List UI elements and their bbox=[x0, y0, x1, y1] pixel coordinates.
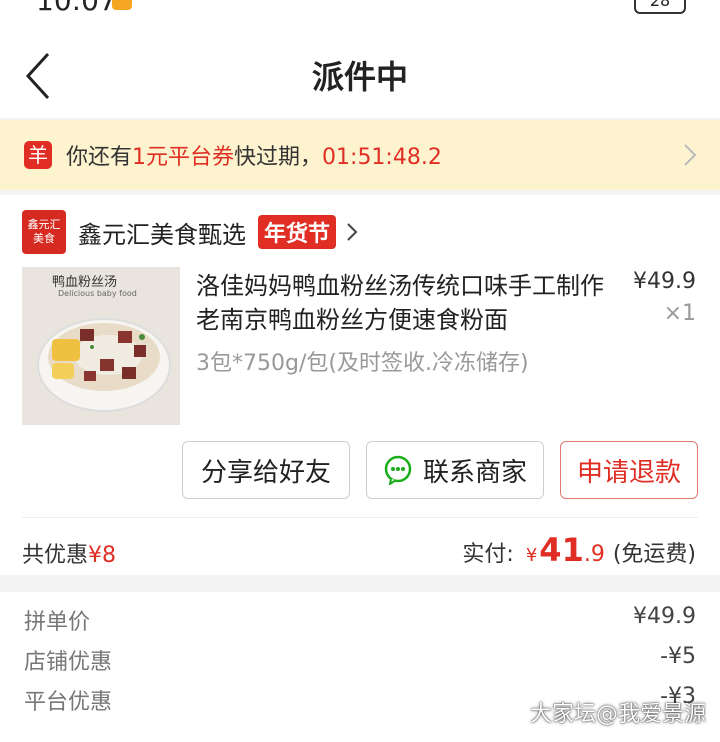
product-quantity: ×1 bbox=[663, 301, 696, 326]
soup-bowl-image bbox=[37, 318, 171, 412]
amount-paid: 实付: ¥ 41 .9 (免运费) bbox=[462, 531, 696, 569]
festival-badge: 年货节 bbox=[258, 215, 337, 249]
breakdown-label: 拼单价 bbox=[24, 610, 91, 635]
shop-logo-line2: 美食 bbox=[33, 232, 55, 245]
chat-bubble-icon bbox=[384, 455, 412, 485]
refund-button-label: 申请退款 bbox=[576, 457, 681, 488]
total-discount: 共优惠¥8 bbox=[22, 537, 116, 569]
breakdown-value: ¥49.9 bbox=[633, 604, 696, 629]
coupon-countdown: 01:51:48.2 bbox=[322, 145, 442, 170]
banner-middle: 快过期， bbox=[234, 145, 323, 170]
banner-prefix: 你还有 bbox=[66, 145, 133, 170]
product-thumbnail[interactable]: 鸭血粉丝汤 Delicious baby food bbox=[22, 267, 180, 425]
coupon-icon: 羊 bbox=[24, 141, 52, 169]
paid-label: 实付: bbox=[462, 542, 514, 567]
breakdown-row: 店铺优惠 -¥5 bbox=[24, 644, 696, 675]
share-button[interactable]: 分享给好友 bbox=[182, 441, 350, 499]
order-card: 鑫元汇 美食 鑫元汇美食甄选 年货节 鸭血粉丝汤 Delicious baby f… bbox=[0, 195, 720, 575]
breakdown-label: 店铺优惠 bbox=[24, 650, 113, 675]
divider bbox=[22, 517, 698, 518]
coupon-expiry-text: 你还有1元平台券快过期，01:51:48.2 bbox=[66, 139, 442, 171]
product-spec: 3包*750g/包(及时签收.冷冻储存) bbox=[196, 351, 529, 376]
coupon-expiry-banner[interactable]: 羊 你还有1元平台券快过期，01:51:48.2 bbox=[0, 120, 720, 190]
shop-logo: 鑫元汇 美食 bbox=[22, 210, 66, 254]
nav-bar: 派件中 bbox=[0, 22, 720, 118]
shipping-note: (免运费) bbox=[612, 542, 696, 567]
product-name[interactable]: 洛佳妈妈鸭血粉丝汤传统口味手工制作老南京鸭血粉丝方便速食粉面 bbox=[196, 269, 608, 337]
chevron-right-icon bbox=[684, 144, 697, 166]
paid-integer: 41 bbox=[539, 531, 584, 569]
breakdown-row: 拼单价 ¥49.9 bbox=[24, 604, 696, 635]
chevron-right-icon bbox=[347, 223, 358, 241]
product-price: ¥49.9 bbox=[633, 269, 696, 294]
forum-watermark: 大家坛@我爱景源 bbox=[529, 702, 706, 727]
breakdown-value: -¥5 bbox=[660, 644, 696, 669]
status-time: 10:07 bbox=[36, 0, 117, 17]
page-title: 派件中 bbox=[311, 58, 408, 96]
paid-currency: ¥ bbox=[525, 545, 538, 566]
share-button-label: 分享给好友 bbox=[200, 457, 331, 488]
discount-label: 共优惠 bbox=[22, 543, 89, 568]
shop-logo-line1: 鑫元汇 bbox=[27, 218, 61, 231]
discount-value: ¥8 bbox=[88, 543, 117, 568]
contact-seller-label: 联系商家 bbox=[422, 457, 527, 488]
shop-header[interactable]: 鑫元汇 美食 鑫元汇美食甄选 年货节 bbox=[22, 209, 358, 255]
shop-name: 鑫元汇美食甄选 bbox=[78, 220, 246, 249]
battery-icon: 28 bbox=[634, 0, 686, 14]
coupon-amount: 1元平台券 bbox=[132, 145, 235, 170]
notification-icon bbox=[112, 0, 132, 10]
contact-seller-button[interactable]: 联系商家 bbox=[366, 441, 544, 499]
refund-button[interactable]: 申请退款 bbox=[560, 441, 698, 499]
paid-decimal: .9 bbox=[583, 542, 605, 567]
breakdown-label: 平台优惠 bbox=[24, 690, 113, 715]
status-bar: 10:07 28 bbox=[0, 0, 720, 22]
